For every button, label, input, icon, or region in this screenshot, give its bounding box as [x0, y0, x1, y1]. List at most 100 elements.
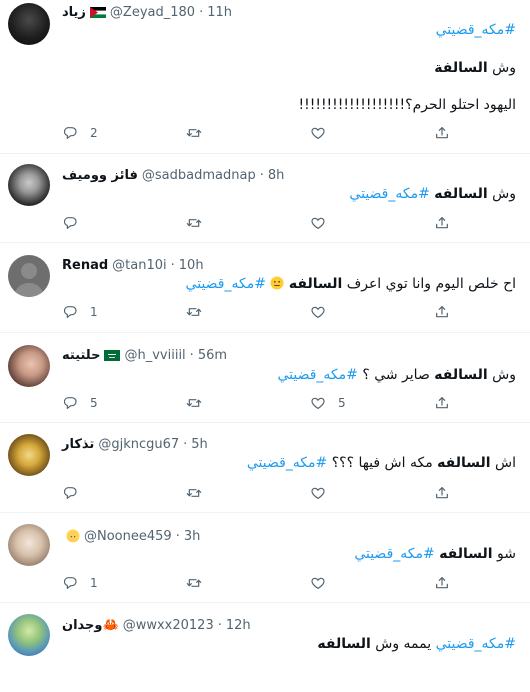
timestamp[interactable]: 11h — [207, 5, 232, 20]
avatar[interactable] — [8, 524, 50, 566]
hashtag-link[interactable]: #مكه_قضيتي — [354, 546, 434, 562]
retweet-button[interactable] — [186, 575, 276, 591]
share-button[interactable] — [434, 395, 452, 411]
retweet-button[interactable] — [186, 395, 276, 411]
avatar[interactable] — [8, 164, 50, 206]
tweet[interactable]: فائز ووميف @sadbadmadnap · 8h وش السالفه… — [0, 154, 530, 243]
handle[interactable]: @tan10i — [112, 258, 166, 273]
tweet-feed: زياد @Zeyad_180 · 11h #مكه_قضيتي وش السا… — [0, 0, 530, 692]
share-icon — [434, 575, 450, 591]
jordan-flag-icon — [89, 6, 106, 18]
timestamp[interactable]: 8h — [268, 168, 285, 183]
reply-icon — [62, 125, 78, 141]
text-fragment: وش — [492, 367, 516, 383]
heart-icon — [310, 575, 326, 591]
tweet[interactable]: وجدان🦀 @wwxx20123 · 12h #مكه_قضيتي يممه … — [0, 603, 530, 692]
handle[interactable]: @sadbadmadnap — [142, 168, 256, 183]
heart-icon — [310, 485, 326, 501]
like-button[interactable] — [310, 485, 400, 501]
text-fragment: يممه وش — [375, 636, 432, 652]
share-button[interactable] — [434, 485, 452, 501]
avatar[interactable] — [8, 345, 50, 387]
handle[interactable]: @Noonee459 — [84, 529, 172, 544]
separator-dot: · — [189, 347, 194, 363]
tweet-actions: 1 — [62, 302, 452, 322]
tweet[interactable]: حلتيته @h_vviiiil · 56m وش السالفه صاير … — [0, 333, 530, 423]
tweet[interactable]: تذكار @gjkncgu67 · 5h اش السالفه مكه اش … — [0, 423, 530, 513]
share-button[interactable] — [434, 125, 452, 141]
timestamp[interactable]: 10h — [179, 258, 204, 273]
saudi-flag-icon — [104, 349, 121, 361]
handle[interactable]: @h_vviiiil — [124, 348, 185, 363]
reply-icon — [62, 485, 78, 501]
tweet-text-line: وش السالفه صاير شي ؟ #مكه_قضيتي — [277, 367, 516, 383]
reply-button[interactable]: 5 — [62, 395, 152, 411]
like-button[interactable] — [310, 125, 400, 141]
reply-button[interactable]: 1 — [62, 575, 152, 591]
display-name[interactable]: تذكار — [62, 437, 94, 452]
tweet-actions — [62, 483, 452, 503]
retweet-button[interactable] — [186, 485, 276, 501]
share-button[interactable] — [434, 304, 452, 320]
reply-button[interactable]: 1 — [62, 304, 152, 320]
share-icon — [434, 485, 450, 501]
hashtag-link[interactable]: #مكه_قضيتي — [436, 22, 516, 38]
reply-button[interactable] — [62, 485, 152, 501]
separator-dot: · — [170, 257, 175, 273]
avatar[interactable] — [8, 614, 50, 656]
like-button[interactable]: 5 — [310, 395, 400, 411]
timestamp[interactable]: 5h — [191, 437, 208, 452]
avatar[interactable] — [8, 255, 50, 297]
text-bold: السالفه — [434, 186, 488, 202]
separator-dot: · — [217, 617, 222, 633]
hashtag-link[interactable]: #مكه_قضيتي — [436, 636, 516, 652]
hashtag-link[interactable]: #مكه_قضيتي — [277, 367, 357, 383]
tweet[interactable]: @Noonee459 · 3h شو السالفه #مكه_قضيتي 1 — [0, 513, 530, 603]
tweet-text-line: شو السالفه #مكه_قضيتي — [354, 546, 516, 562]
tweet-header: تذكار @gjkncgu67 · 5h — [62, 434, 208, 454]
timestamp[interactable]: 56m — [198, 348, 227, 363]
heart-icon — [310, 125, 326, 141]
display-name[interactable]: فائز ووميف — [62, 168, 138, 183]
display-name[interactable]: وجدان🦀 — [62, 618, 119, 633]
display-name[interactable]: حلتيته — [62, 348, 100, 363]
handle[interactable]: @Zeyad_180 — [110, 5, 195, 20]
text-fragment: اح خلص اليوم وانا توي اعرف — [346, 276, 516, 292]
reply-count: 2 — [90, 126, 98, 140]
tweet-actions: 5 5 — [62, 393, 452, 413]
tweet-header: Renad @tan10i · 10h — [62, 255, 204, 275]
hashtag-link[interactable]: #مكه_قضيتي — [247, 455, 327, 471]
tweet[interactable]: Renad @tan10i · 10h اح خلص اليوم وانا تو… — [0, 243, 530, 333]
share-icon — [434, 304, 450, 320]
hashtag-link[interactable]: #مكه_قضيتي — [349, 186, 429, 202]
retweet-button[interactable] — [186, 125, 276, 141]
text-fragment: صاير شي ؟ — [362, 367, 430, 383]
retweet-button[interactable] — [186, 215, 276, 231]
tweet[interactable]: زياد @Zeyad_180 · 11h #مكه_قضيتي وش السا… — [0, 0, 530, 154]
reply-button[interactable] — [62, 215, 152, 231]
share-button[interactable] — [434, 575, 452, 591]
retweet-button[interactable] — [186, 304, 276, 320]
avatar[interactable] — [8, 3, 50, 45]
like-button[interactable] — [310, 215, 400, 231]
timestamp[interactable]: 12h — [226, 618, 251, 633]
handle[interactable]: @gjkncgu67 — [98, 437, 179, 452]
share-button[interactable] — [434, 215, 452, 231]
avatar[interactable] — [8, 434, 50, 476]
separator-dot: · — [199, 4, 204, 20]
blonde-person-emoji-icon — [66, 529, 80, 543]
reply-count: 5 — [90, 396, 98, 410]
reply-count: 1 — [90, 305, 98, 319]
reply-button[interactable]: 2 — [62, 125, 152, 141]
text-fragment: وش — [492, 60, 516, 76]
like-button[interactable] — [310, 304, 400, 320]
hashtag-link[interactable]: #مكه_قضيتي — [186, 276, 266, 292]
display-name[interactable]: زياد — [62, 5, 86, 20]
timestamp[interactable]: 3h — [184, 529, 201, 544]
like-button[interactable] — [310, 575, 400, 591]
tweet-header: وجدان🦀 @wwxx20123 · 12h — [62, 615, 251, 635]
heart-icon — [310, 395, 326, 411]
share-icon — [434, 215, 450, 231]
handle[interactable]: @wwxx20123 — [123, 618, 214, 633]
display-name[interactable]: Renad — [62, 258, 108, 273]
